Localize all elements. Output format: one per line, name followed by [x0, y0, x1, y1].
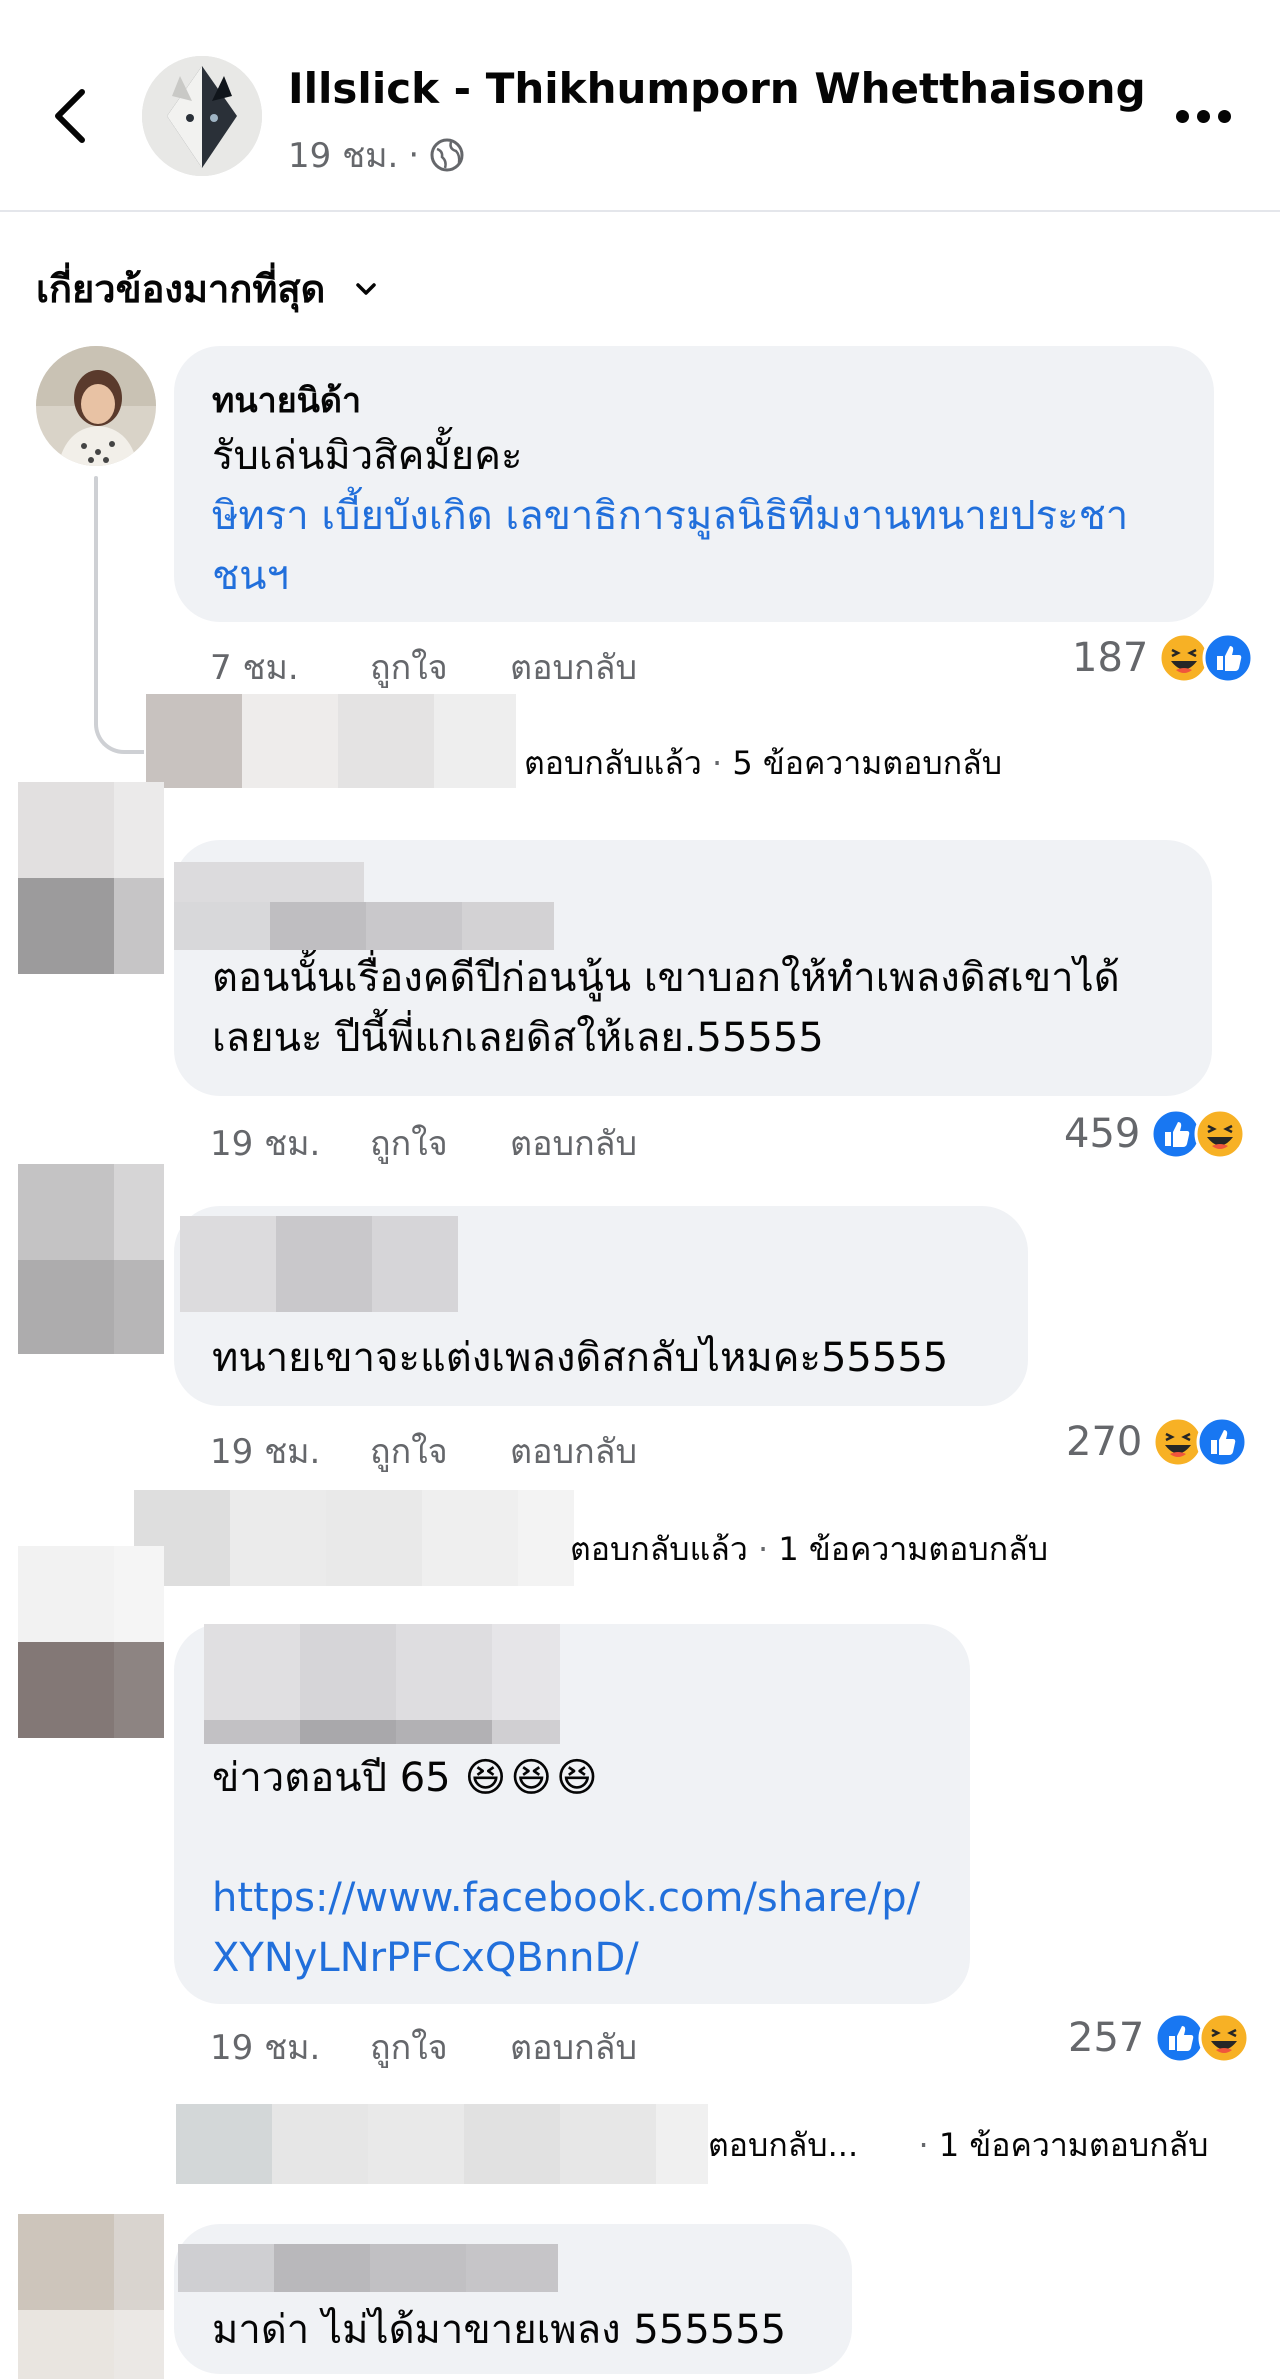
- separator-dot: ·: [408, 135, 420, 175]
- haha-icon: [1198, 2012, 1250, 2064]
- reply-thread-line: [94, 476, 98, 726]
- dot: [1197, 109, 1210, 123]
- post-meta: 19 ชม. ·: [288, 128, 465, 182]
- shared-link-cont[interactable]: XYNyLNrPFCxQBnnD/: [212, 1928, 932, 1988]
- comment-text-cont: เลยนะ ปีนี้พี่แกเลยดิสให้เลย.55555: [212, 1015, 824, 1061]
- chevron-down-icon: [356, 282, 377, 295]
- reply-summary-link[interactable]: ตอบกลับแล้ว · 5 ข้อความตอบกลับ: [524, 738, 1002, 789]
- author-name[interactable]: Illslick - Thikhumporn Whetthaisong: [288, 64, 1146, 113]
- reply-count: 1 ข้อความตอบกลับ: [778, 1530, 1048, 1568]
- blurred-replier-avatars: [146, 694, 516, 788]
- reply-count: 1 ข้อความตอบกลับ: [938, 2126, 1209, 2164]
- comment-time[interactable]: 19 ชม.: [210, 2020, 370, 2074]
- reply-summary-link[interactable]: ตอบกลับแล้ว · 1 ข้อความตอบกลับ: [570, 1524, 1048, 1575]
- comment-bubble: ทนายนิด้า รับเล่นมิวสิคมั้ยคะ ษิทรา เบี้…: [174, 346, 1214, 622]
- globe-icon: [430, 138, 464, 172]
- replied-label: ตอบกลับ...: [708, 2126, 859, 2164]
- separator-dot: ·: [918, 2126, 929, 2164]
- blurred-commenter-avatar[interactable]: [18, 2214, 164, 2379]
- comment-actions: 19 ชม. ถูกใจ ตอบกลับ: [210, 1424, 637, 1478]
- profile-photo: [36, 346, 156, 466]
- post-time: 19 ชม.: [288, 136, 399, 176]
- tagged-link[interactable]: ษิทรา เบี้ยบังเกิด เลขาธิการมูลนิธิทีมงา…: [212, 486, 1176, 546]
- reaction-summary[interactable]: 270: [1066, 1416, 1248, 1468]
- replied-label: ตอบกลับแล้ว: [524, 744, 702, 782]
- replied-label: ตอบกลับแล้ว: [570, 1530, 748, 1568]
- haha-icon: [1194, 1108, 1246, 1160]
- comment-actions: 19 ชม. ถูกใจ ตอบกลับ: [210, 1116, 637, 1170]
- shared-link[interactable]: https://www.facebook.com/share/p/: [212, 1868, 932, 1928]
- laughing-emoji: 😆😆😆: [464, 1755, 602, 1801]
- blurred-commenter-avatar[interactable]: [18, 1164, 164, 1354]
- comment-actions: 7 ชม. ถูกใจ ตอบกลับ: [210, 640, 637, 694]
- back-button[interactable]: [46, 84, 96, 148]
- reply-thread-curve: [94, 700, 144, 754]
- comment-time[interactable]: 19 ชม.: [210, 1116, 370, 1170]
- reply-button[interactable]: ตอบกลับ: [510, 2020, 637, 2074]
- like-icon: [1202, 632, 1254, 684]
- commenter-name[interactable]: ทนายนิด้า: [212, 380, 1176, 422]
- blurred-replier-avatars: [176, 2104, 708, 2184]
- comment-text: ตอนนั้นเรื่องคดีปีก่อนนู้น เขาบอกให้ทำเพ…: [212, 955, 1120, 1001]
- like-button[interactable]: ถูกใจ: [370, 1116, 510, 1170]
- comment-actions: 19 ชม. ถูกใจ ตอบกลับ: [210, 2020, 637, 2074]
- reaction-count: 270: [1066, 1419, 1143, 1465]
- comment-bubble: ตอนนั้นเรื่องคดีปีก่อนนู้น เขาบอกให้ทำเพ…: [174, 840, 1212, 1096]
- tagged-link-cont[interactable]: ชนฯ: [212, 546, 1176, 606]
- blurred-replier-avatars: [134, 1490, 574, 1586]
- author-avatar[interactable]: [142, 56, 262, 176]
- separator-dot: ·: [711, 744, 723, 782]
- reply-button[interactable]: ตอบกลับ: [510, 1116, 637, 1170]
- dot: [1218, 109, 1231, 123]
- sort-label: เกี่ยวข้องมากที่สุด: [36, 267, 326, 311]
- reaction-count: 257: [1068, 2015, 1145, 2061]
- commenter-avatar[interactable]: [36, 346, 156, 466]
- reply-button[interactable]: ตอบกลับ: [510, 1424, 637, 1478]
- reaction-summary[interactable]: 187: [1072, 632, 1254, 684]
- reaction-count: 459: [1064, 1111, 1141, 1157]
- more-options-button[interactable]: [1176, 104, 1236, 128]
- blurred-commenter-name: [178, 2244, 558, 2292]
- like-icon: [1196, 1416, 1248, 1468]
- comment-text: รับเล่นมิวสิคมั้ยคะ: [212, 433, 523, 479]
- comment-bubble: มาด่า ไม่ได้มาขายเพลง 555555: [174, 2224, 852, 2374]
- wolf-avatar-image: [142, 56, 262, 176]
- reply-count: 5 ข้อความตอบกลับ: [732, 744, 1002, 782]
- like-button[interactable]: ถูกใจ: [370, 640, 510, 694]
- comment-time[interactable]: 7 ชม.: [210, 640, 370, 694]
- comment-text: มาด่า ไม่ได้มาขายเพลง 555555: [212, 2307, 787, 2353]
- comment-time[interactable]: 19 ชม.: [210, 1424, 370, 1478]
- blurred-commenter-name: [180, 1216, 458, 1312]
- blurred-commenter-avatar[interactable]: [18, 782, 164, 974]
- blurred-commenter-avatar[interactable]: [18, 1546, 164, 1738]
- comment-bubble: ข่าวตอนปี 65 😆😆😆 https://www.facebook.co…: [174, 1624, 970, 2004]
- comment-text: ข่าวตอนปี 65 😆😆😆: [212, 1748, 932, 1808]
- reply-summary-link[interactable]: ตอบกลับ... · 1 ข้อความตอบกลับ: [708, 2120, 1208, 2171]
- chevron-left-icon: [55, 89, 85, 143]
- comment-sort-dropdown[interactable]: เกี่ยวข้องมากที่สุด: [36, 258, 377, 319]
- reply-button[interactable]: ตอบกลับ: [510, 640, 637, 694]
- like-button[interactable]: ถูกใจ: [370, 1424, 510, 1478]
- dot: [1176, 109, 1189, 123]
- like-button[interactable]: ถูกใจ: [370, 2020, 510, 2074]
- post-header: Illslick - Thikhumporn Whetthaisong 19 ช…: [0, 0, 1280, 212]
- comment-bubble: ทนายเขาจะแต่งเพลงดิสกลับไหมคะ55555: [174, 1206, 1028, 1406]
- reaction-summary[interactable]: 257: [1068, 2012, 1250, 2064]
- blurred-commenter-name: [174, 862, 554, 950]
- blurred-commenter-name: [204, 1624, 560, 1744]
- comment-text-main: ข่าวตอนปี 65: [212, 1755, 451, 1801]
- separator-dot: ·: [757, 1530, 769, 1568]
- comment-text: ทนายเขาจะแต่งเพลงดิสกลับไหมคะ55555: [212, 1335, 949, 1381]
- reaction-count: 187: [1072, 635, 1149, 681]
- reaction-summary[interactable]: 459: [1064, 1108, 1246, 1160]
